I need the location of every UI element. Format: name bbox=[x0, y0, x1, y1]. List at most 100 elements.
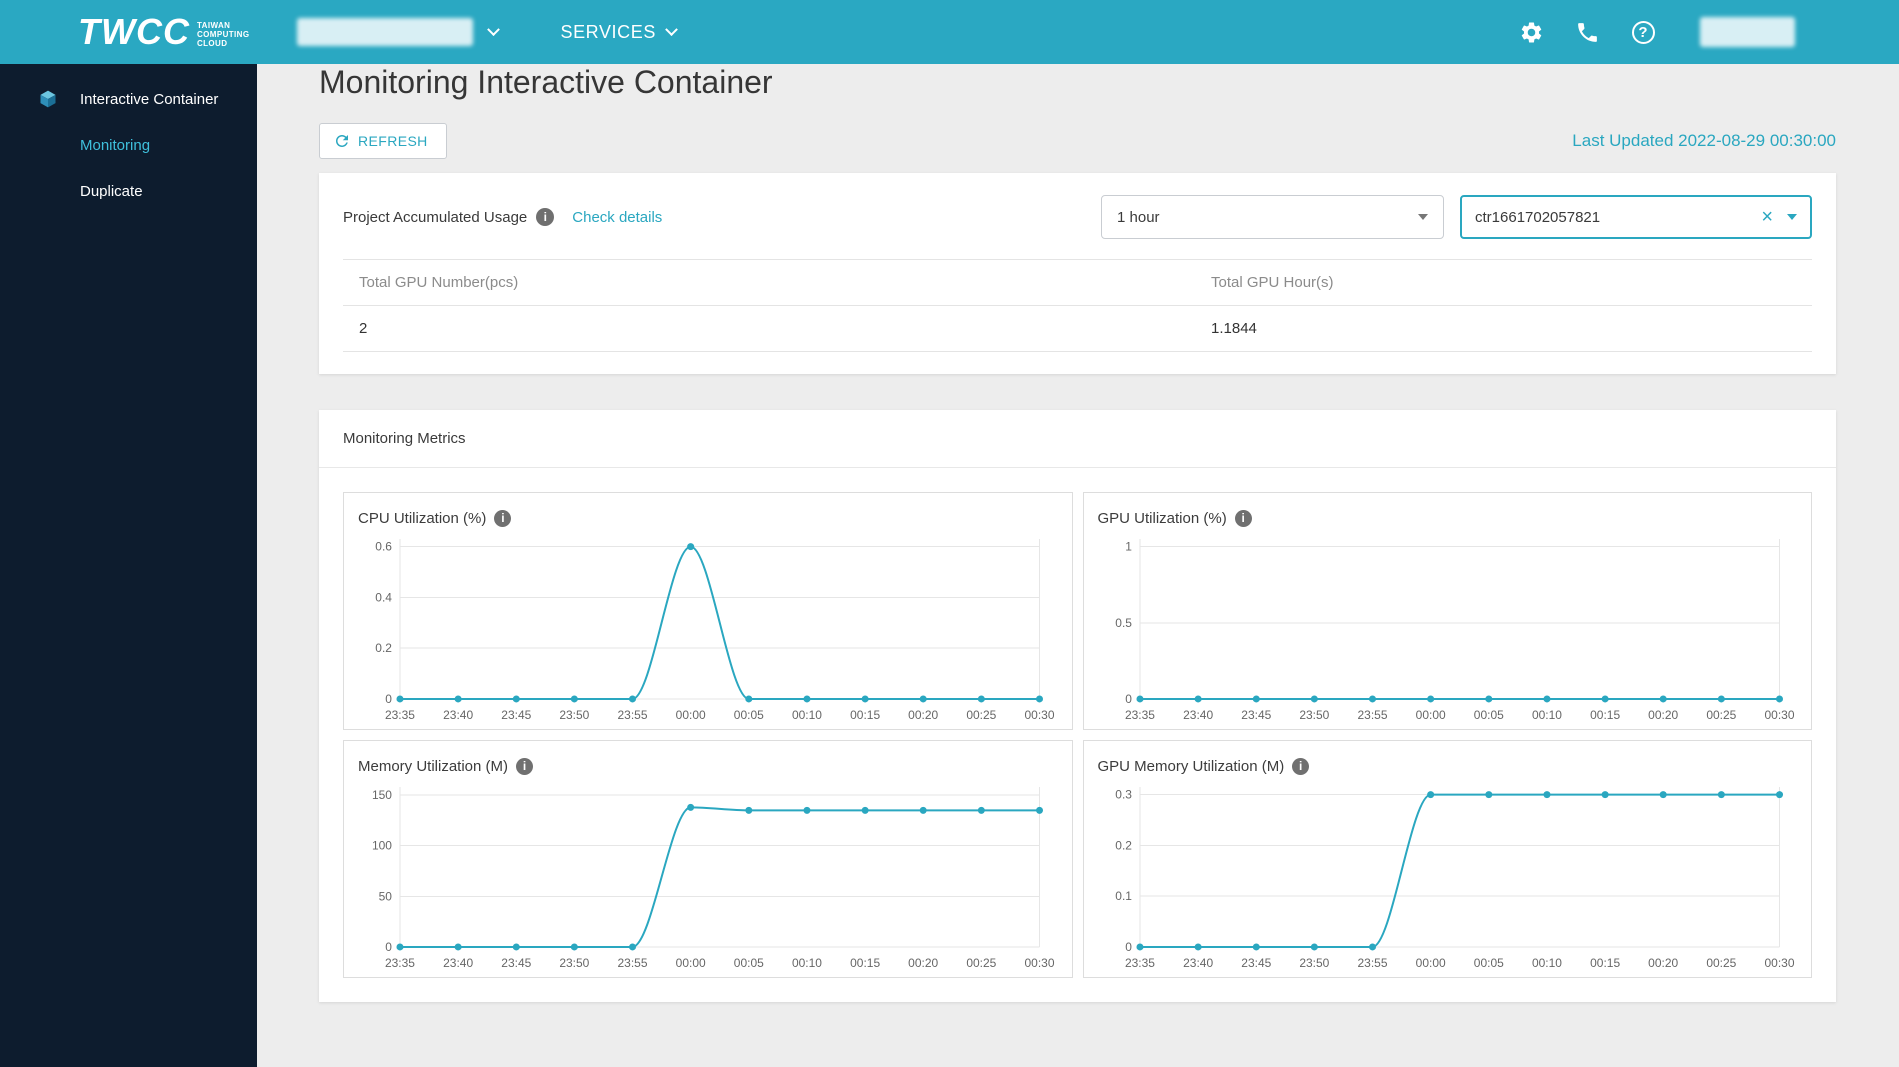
topbar-right-group bbox=[1518, 17, 1899, 47]
svg-text:0: 0 bbox=[385, 692, 392, 706]
metrics-card-title: Monitoring Metrics bbox=[319, 410, 1836, 468]
svg-text:0.2: 0.2 bbox=[375, 641, 392, 655]
svg-text:00:05: 00:05 bbox=[1473, 708, 1503, 722]
memory-utilization-panel: Memory Utilization (M) 0 50 100 150 23:35 23:… bbox=[343, 740, 1073, 978]
time-range-value: 1 hour bbox=[1117, 208, 1160, 226]
svg-text:00:25: 00:25 bbox=[1706, 956, 1736, 970]
sidebar: Interactive Container Monitoring Duplica… bbox=[0, 64, 257, 1067]
svg-text:23:50: 23:50 bbox=[559, 956, 589, 970]
svg-text:00:10: 00:10 bbox=[1531, 956, 1561, 970]
svg-text:50: 50 bbox=[379, 889, 393, 903]
contact-button[interactable] bbox=[1574, 19, 1600, 45]
svg-text:00:00: 00:00 bbox=[676, 956, 706, 970]
svg-text:00:15: 00:15 bbox=[1590, 708, 1620, 722]
svg-text:1: 1 bbox=[1125, 540, 1132, 554]
usage-table-header-gpu-number: Total GPU Number(pcs) bbox=[359, 274, 519, 291]
usage-card-header: Project Accumulated Usage Check details … bbox=[343, 195, 1812, 239]
svg-text:00:05: 00:05 bbox=[734, 956, 764, 970]
svg-text:00:00: 00:00 bbox=[1415, 956, 1445, 970]
info-icon[interactable] bbox=[516, 757, 534, 775]
svg-text:00:10: 00:10 bbox=[1531, 708, 1561, 722]
svg-text:00:00: 00:00 bbox=[1415, 708, 1445, 722]
chart-title-row: Memory Utilization (M) bbox=[358, 753, 1058, 779]
gpu-memory-utilization-panel: GPU Memory Utilization (M) 0 0.1 0.2 0.3 23:… bbox=[1082, 740, 1812, 978]
svg-text:00:10: 00:10 bbox=[792, 708, 822, 722]
svg-text:00:20: 00:20 bbox=[1648, 708, 1678, 722]
help-button[interactable] bbox=[1630, 19, 1656, 45]
sidebar-item-interactive-container[interactable]: Interactive Container bbox=[0, 76, 257, 122]
svg-text:0.2: 0.2 bbox=[1115, 838, 1132, 852]
usage-controls: 1 hour ctr1661702057821 × bbox=[1101, 195, 1812, 239]
cpu-utilization-panel: CPU Utilization (%) 0 0.2 0.4 0.6 23:35 23:40… bbox=[343, 492, 1073, 730]
project-usage-card: Project Accumulated Usage Check details … bbox=[319, 173, 1836, 374]
chart-title: CPU Utilization (%) bbox=[358, 509, 487, 527]
chevron-down-icon[interactable] bbox=[1787, 214, 1797, 220]
chart-title-row: CPU Utilization (%) bbox=[358, 505, 1058, 531]
svg-text:23:40: 23:40 bbox=[443, 708, 473, 722]
check-details-link[interactable]: Check details bbox=[572, 209, 662, 226]
svg-text:100: 100 bbox=[372, 839, 392, 853]
main-area: Home > Interactive Container Management … bbox=[257, 0, 1899, 1002]
refresh-button[interactable]: REFRESH bbox=[319, 123, 447, 159]
info-icon[interactable] bbox=[494, 509, 512, 527]
svg-text:23:40: 23:40 bbox=[1183, 956, 1213, 970]
username-redacted[interactable] bbox=[1700, 17, 1795, 47]
chevron-down-icon[interactable] bbox=[487, 22, 501, 36]
project-selector-redacted[interactable] bbox=[297, 18, 474, 46]
container-select-value: ctr1661702057821 bbox=[1475, 208, 1601, 226]
svg-text:0.6: 0.6 bbox=[375, 540, 392, 554]
svg-text:00:15: 00:15 bbox=[850, 956, 880, 970]
svg-text:00:25: 00:25 bbox=[1706, 708, 1736, 722]
svg-text:23:35: 23:35 bbox=[1124, 956, 1154, 970]
svg-text:23:55: 23:55 bbox=[618, 708, 648, 722]
usage-table-header-row: Total GPU Number(pcs) Total GPU Hour(s) bbox=[343, 259, 1812, 306]
topbar: TWCC TAIWAN COMPUTING CLOUD SERVICES bbox=[0, 0, 1899, 64]
twcc-logo-subtext: TAIWAN COMPUTING CLOUD bbox=[196, 20, 250, 48]
usage-table-header-gpu-hours: Total GPU Hour(s) bbox=[1211, 274, 1334, 291]
gpu-utilization-panel: GPU Utilization (%) 0 0.5 1 23:35 23:40 23:45… bbox=[1082, 492, 1812, 730]
svg-text:23:45: 23:45 bbox=[501, 708, 531, 722]
chart-title: GPU Utilization (%) bbox=[1097, 509, 1227, 527]
info-icon[interactable] bbox=[1292, 757, 1310, 775]
svg-text:0.3: 0.3 bbox=[1115, 788, 1132, 802]
svg-text:23:45: 23:45 bbox=[1241, 708, 1271, 722]
sidebar-item-label: Duplicate bbox=[80, 182, 143, 200]
chevron-down-icon bbox=[665, 22, 678, 36]
svg-text:23:45: 23:45 bbox=[1241, 956, 1271, 970]
sidebar-item-monitoring[interactable]: Monitoring bbox=[0, 122, 257, 168]
container-select[interactable]: ctr1661702057821 × bbox=[1460, 195, 1812, 239]
time-range-select[interactable]: 1 hour bbox=[1101, 195, 1444, 239]
svg-text:23:35: 23:35 bbox=[385, 956, 415, 970]
svg-text:0.5: 0.5 bbox=[1115, 616, 1132, 630]
info-icon[interactable] bbox=[536, 208, 555, 226]
svg-text:0.1: 0.1 bbox=[1115, 889, 1132, 903]
phone-icon bbox=[1577, 22, 1597, 42]
page-title: Monitoring Interactive Container bbox=[319, 64, 773, 100]
services-menu-label: SERVICES bbox=[560, 21, 656, 42]
clear-icon[interactable]: × bbox=[1755, 207, 1779, 227]
svg-text:23:35: 23:35 bbox=[1124, 708, 1154, 722]
svg-text:0: 0 bbox=[1125, 940, 1132, 954]
memory-utilization-chart: 0 50 100 150 23:35 23:40 23:45 23:50 23:55 00:00 0… bbox=[372, 787, 1055, 970]
svg-text:00:10: 00:10 bbox=[792, 956, 822, 970]
svg-text:00:20: 00:20 bbox=[908, 956, 938, 970]
page-content: Monitoring Interactive Container REFRESH… bbox=[257, 64, 1899, 1002]
gpu-memory-utilization-chart: 0 0.1 0.2 0.3 23:35 23:40 23:45 23:50 23:55 00:00… bbox=[1115, 787, 1794, 970]
svg-text:0: 0 bbox=[385, 940, 392, 954]
svg-text:23:50: 23:50 bbox=[559, 708, 589, 722]
svg-text:00:20: 00:20 bbox=[908, 708, 938, 722]
svg-text:23:55: 23:55 bbox=[1357, 708, 1387, 722]
usage-table: Total GPU Number(pcs) Total GPU Hour(s) … bbox=[343, 259, 1812, 352]
sidebar-item-duplicate[interactable]: Duplicate bbox=[0, 168, 257, 214]
svg-text:00:30: 00:30 bbox=[1764, 956, 1794, 970]
svg-text:23:35: 23:35 bbox=[385, 708, 415, 722]
services-menu[interactable]: SERVICES bbox=[560, 21, 678, 43]
settings-button[interactable] bbox=[1518, 19, 1544, 45]
info-icon[interactable] bbox=[1234, 509, 1252, 527]
twcc-logo[interactable]: TWCC TAIWAN COMPUTING CLOUD bbox=[78, 14, 249, 50]
svg-text:00:30: 00:30 bbox=[1025, 708, 1055, 722]
cpu-utilization-chart: 0 0.2 0.4 0.6 23:35 23:40 23:45 23:50 23:55 00:00… bbox=[375, 539, 1055, 722]
svg-text:00:25: 00:25 bbox=[966, 956, 996, 970]
usage-card-title: Project Accumulated Usage bbox=[343, 208, 528, 226]
svg-text:23:50: 23:50 bbox=[1299, 708, 1329, 722]
